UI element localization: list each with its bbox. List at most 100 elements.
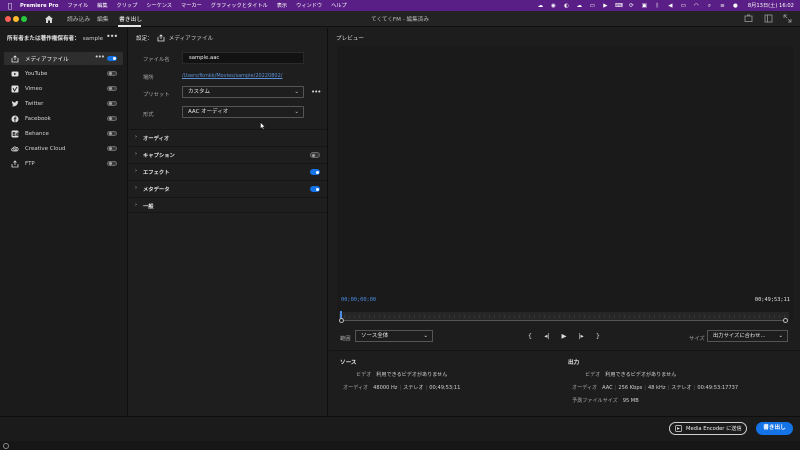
menu-file[interactable]: ファイル bbox=[67, 2, 88, 9]
send-to-media-encoder-button[interactable]: Media Encoder に送信 bbox=[669, 422, 747, 435]
destination-behance[interactable]: Bē Behance bbox=[4, 127, 123, 140]
destination-youtube[interactable]: YouTube bbox=[4, 67, 123, 80]
section-general[interactable]: › 一般 bbox=[129, 197, 327, 213]
destination-toggle[interactable] bbox=[107, 100, 117, 106]
owner-label: 所有者または著作権保有者： bbox=[7, 36, 80, 42]
bluetooth-icon[interactable]: ᛒ bbox=[654, 3, 661, 9]
menu-sequence[interactable]: シーケンス bbox=[146, 2, 172, 9]
section-metadata[interactable]: › メタデータ bbox=[129, 180, 327, 196]
format-select[interactable]: AAC オーディオ ⌄ bbox=[182, 106, 304, 118]
source-heading: ソース bbox=[340, 360, 357, 366]
menu-markers[interactable]: マーカー bbox=[181, 2, 202, 9]
output-size-value: 95 MB bbox=[622, 398, 639, 404]
status-icon[interactable] bbox=[3, 442, 9, 449]
destination-label: FTP bbox=[25, 160, 35, 167]
section-effects[interactable]: › エフェクト bbox=[129, 163, 327, 179]
range-label: 範囲 bbox=[340, 336, 351, 342]
sync-icon[interactable]: ⟳ bbox=[628, 3, 635, 9]
destination-vimeo[interactable]: Vimeo bbox=[4, 82, 123, 95]
fullscreen-icon[interactable] bbox=[783, 14, 792, 23]
output-audio-khz: 48 kHz bbox=[647, 385, 666, 391]
battery-icon[interactable]: ▭ bbox=[680, 3, 687, 9]
menu-view[interactable]: 表示 bbox=[277, 2, 287, 9]
source-audio-dur: 00;49;53;11 bbox=[429, 385, 461, 391]
lock-icon[interactable]: ▣ bbox=[641, 3, 648, 9]
output-heading: 出力 bbox=[568, 360, 580, 366]
play-icon[interactable]: ▶ bbox=[559, 332, 569, 340]
destination-facebook[interactable]: Facebook bbox=[4, 112, 123, 125]
apple-menu-icon[interactable]:  bbox=[6, 2, 14, 10]
destinations-more-icon[interactable]: ••• bbox=[106, 32, 118, 41]
wifi-icon[interactable]: ◠ bbox=[693, 3, 700, 9]
cloud-icon[interactable]: ☁ bbox=[576, 3, 583, 9]
quick-export-icon[interactable] bbox=[744, 14, 753, 23]
metadata-toggle[interactable] bbox=[310, 186, 320, 192]
mark-out-icon[interactable]: } bbox=[593, 332, 603, 340]
window-titlebar: 読み込み 編集 書き出し てくてくFM - 編集済み bbox=[0, 11, 800, 27]
destination-toggle[interactable] bbox=[107, 160, 117, 166]
in-point-handle[interactable] bbox=[339, 317, 344, 323]
destination-toggle[interactable] bbox=[107, 130, 117, 136]
step-forward-icon[interactable]: |▸ bbox=[576, 332, 586, 340]
menu-app-name[interactable]: Premiere Pro bbox=[20, 3, 58, 9]
out-point-handle[interactable] bbox=[783, 317, 788, 323]
menu-edit[interactable]: 編集 bbox=[97, 2, 107, 9]
step-back-icon[interactable]: ◂| bbox=[542, 332, 552, 340]
destination-label: Creative Cloud bbox=[25, 145, 66, 152]
section-label: エフェクト bbox=[143, 170, 170, 176]
volume-icon[interactable]: ◀ bbox=[667, 3, 674, 9]
destination-toggle[interactable] bbox=[107, 145, 117, 151]
menubar-clock[interactable]: 8月13日(土) 16:02 bbox=[748, 2, 794, 9]
menu-window[interactable]: ウィンドウ bbox=[296, 2, 322, 9]
destination-toggle[interactable] bbox=[107, 115, 117, 121]
menu-help[interactable]: ヘルプ bbox=[331, 2, 347, 9]
video-icon[interactable]: ▶ bbox=[602, 3, 609, 9]
export-button[interactable]: 書き出し bbox=[756, 422, 793, 435]
location-label: 場所 bbox=[143, 75, 154, 81]
destination-twitter[interactable]: Twitter bbox=[4, 97, 123, 110]
screen-record-icon[interactable]: ◉ bbox=[550, 3, 557, 9]
preset-more-icon[interactable]: ••• bbox=[311, 88, 321, 96]
range-bar[interactable] bbox=[342, 320, 787, 321]
destinations-panel: 所有者または著作権保有者： sample ••• メディアファイル ••• You… bbox=[0, 28, 128, 416]
destination-ftp[interactable]: FTP bbox=[4, 157, 123, 170]
destination-creative-cloud[interactable]: Creative Cloud bbox=[4, 142, 123, 155]
control-center-icon[interactable]: ≡ bbox=[719, 3, 726, 9]
section-captions[interactable]: › キャプション bbox=[129, 146, 327, 162]
location-link[interactable]: /Users/fkmkk/Movies/sample/20220802/ bbox=[182, 73, 282, 79]
settings-title: 設定： メディアファイル bbox=[136, 34, 213, 42]
effects-toggle[interactable] bbox=[310, 169, 320, 175]
airplay-icon[interactable]: ▭ bbox=[589, 3, 596, 9]
filename-input[interactable]: sample.aac bbox=[182, 52, 304, 64]
creative-cloud-status-icon[interactable]: ☁ bbox=[537, 3, 544, 9]
destination-toggle[interactable] bbox=[107, 70, 117, 76]
keyboard-icon[interactable]: ⌨ bbox=[615, 3, 623, 9]
workspace-icon[interactable] bbox=[764, 14, 773, 23]
destination-more-icon[interactable]: ••• bbox=[95, 53, 105, 61]
source-audio-row: オーディオ 48000 Hz | ステレオ | 00;49;53;11 bbox=[343, 384, 460, 391]
section-audio[interactable]: › オーディオ bbox=[129, 129, 327, 145]
timecode-current[interactable]: 00;00;00;00 bbox=[341, 297, 376, 303]
chevron-down-icon: ⌄ bbox=[294, 109, 299, 115]
filename-label: ファイル名 bbox=[143, 57, 170, 63]
destination-toggle[interactable] bbox=[107, 85, 117, 91]
preset-select[interactable]: カスタム ⌄ bbox=[182, 86, 304, 98]
output-video-label: ビデオ bbox=[585, 372, 601, 378]
output-audio-dur: 00:49:53:17737 bbox=[697, 385, 739, 391]
menu-graphics[interactable]: グラフィックとタイトル bbox=[211, 2, 268, 9]
range-select[interactable]: ソース全体 ⌄ bbox=[355, 330, 433, 342]
owner-value[interactable]: sample bbox=[83, 36, 103, 42]
destination-media-file[interactable]: メディアファイル ••• bbox=[4, 52, 123, 65]
siri-icon[interactable]: ● bbox=[732, 3, 739, 9]
output-size-row: 予測ファイルサイズ 95 MB bbox=[572, 397, 639, 404]
search-icon[interactable]: ⌕ bbox=[706, 3, 713, 9]
destination-toggle[interactable] bbox=[107, 55, 117, 61]
app-status-icon[interactable]: ◐ bbox=[563, 3, 570, 9]
captions-toggle[interactable] bbox=[310, 152, 320, 158]
creative-cloud-icon bbox=[11, 145, 19, 153]
mark-in-icon[interactable]: { bbox=[525, 332, 535, 340]
size-select[interactable]: 出力サイズに合わせ... ⌄ bbox=[707, 330, 788, 342]
section-label: オーディオ bbox=[143, 136, 170, 142]
source-video-row: ビデオ 利用できるビデオがありません bbox=[356, 371, 447, 378]
menu-clip[interactable]: クリップ bbox=[117, 2, 138, 9]
